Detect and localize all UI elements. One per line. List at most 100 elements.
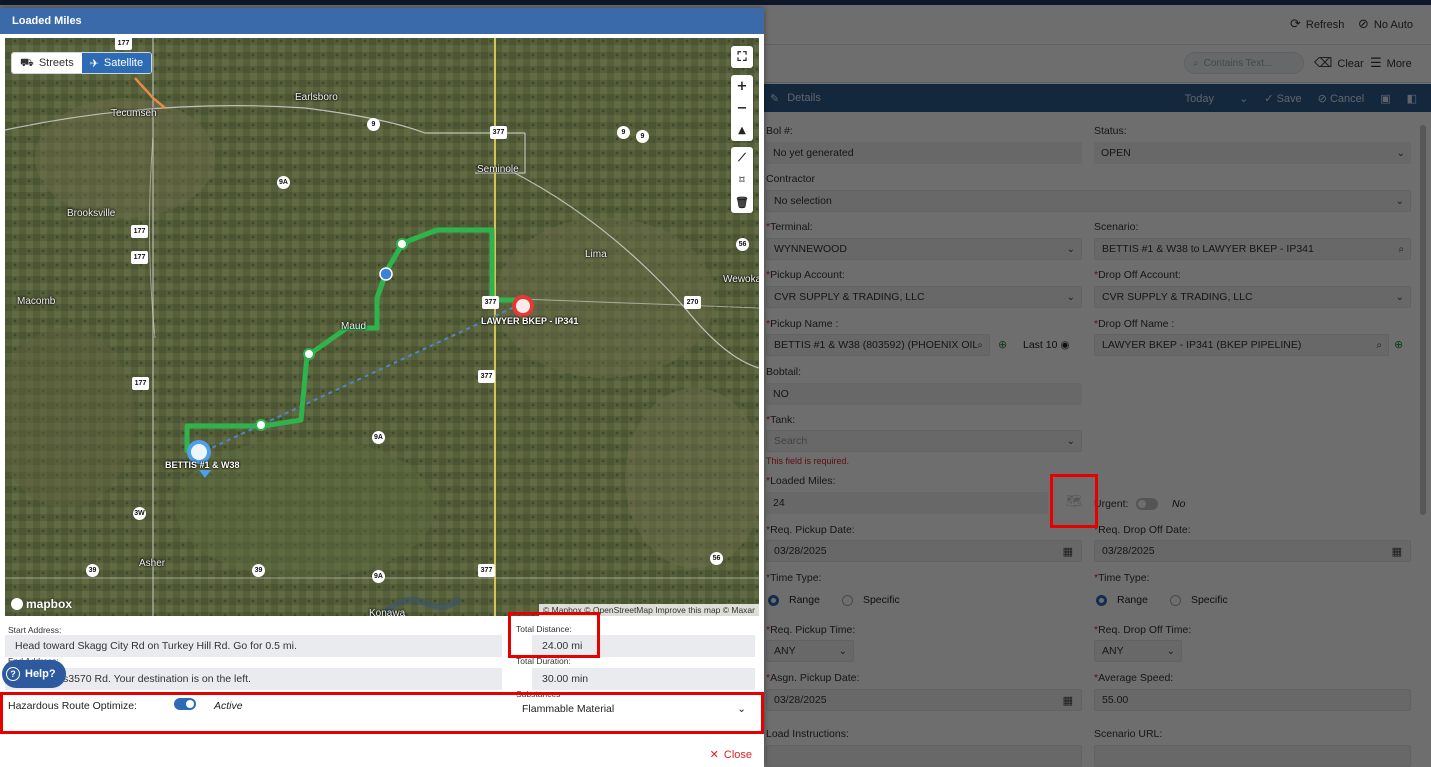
eye-icon: ◉	[1060, 339, 1070, 351]
load-instructions-label: Load Instructions:	[766, 728, 849, 740]
satellite-button[interactable]: ✈ Satellite	[81, 53, 152, 73]
status-select[interactable]: OPEN ⌄	[1094, 142, 1411, 164]
req-pickup-time-value: ANY	[774, 645, 796, 657]
zoom-out-icon[interactable]: −	[731, 97, 753, 119]
req-pickup-time-select[interactable]: ANY ⌄	[766, 640, 854, 662]
dropoff-account-value: CVR SUPPLY & TRADING, LLC	[1102, 291, 1253, 303]
route-shield: 9	[617, 126, 630, 139]
compass-icon[interactable]: ▲	[731, 119, 753, 141]
mapbox-text: mapbox	[26, 597, 73, 611]
route-shield: 9	[636, 130, 649, 143]
search-icon[interactable]: ⌕	[1398, 244, 1404, 255]
line-draw-icon[interactable]: ⟋	[731, 147, 753, 169]
search-icon[interactable]: ⌕	[977, 339, 983, 351]
range-radio[interactable]	[1096, 594, 1107, 606]
save-button[interactable]: ✓ Save	[1264, 92, 1301, 105]
help-button[interactable]: ? Help?	[2, 660, 66, 688]
calendar-icon[interactable]: ▦	[1063, 694, 1073, 707]
calendar-icon[interactable]: ▦	[1392, 545, 1402, 558]
time-type-radios: Range Specific	[768, 594, 918, 606]
question-icon: ?	[6, 667, 20, 681]
cancel-button[interactable]: ⊘ Cancel	[1318, 92, 1365, 105]
pin-icon: ✎	[770, 91, 780, 105]
close-label: Close	[723, 748, 752, 761]
streets-label: Streets	[38, 57, 74, 69]
contractor-value: No selection	[774, 195, 832, 207]
zoom-in-icon[interactable]: +	[731, 75, 753, 97]
urgent-toggle[interactable]	[1136, 498, 1158, 513]
clear-label: Clear	[1337, 57, 1364, 70]
loaded-miles-label-text: Loaded Miles:	[770, 475, 836, 487]
cancel-icon: ⊘	[1317, 91, 1327, 105]
loaded-miles-map-button[interactable]: 🗺	[1050, 474, 1098, 528]
tank-select[interactable]: Search ⌄	[766, 430, 1082, 452]
route-shield: 56	[710, 552, 723, 565]
pickup-name-field[interactable]: BETTIS #1 & W38 (803592) (PHOENIX OIL ⌕	[766, 334, 990, 356]
trash-icon[interactable]: 🗑	[731, 191, 753, 213]
polygon-draw-icon[interactable]: ⌑	[731, 169, 753, 191]
place-label: Maud	[341, 321, 367, 332]
dropoff-name-field[interactable]: LAWYER BKEP - IP341 (BKEP PIPELINE) ⌕	[1094, 334, 1389, 356]
clear-button[interactable]: ⌫ Clear	[1314, 56, 1364, 71]
bobtail-label: Bobtail:	[766, 366, 802, 378]
details-title: Details	[787, 92, 821, 104]
add-circle-icon[interactable]: ⊕	[1394, 338, 1403, 351]
streets-button[interactable]: ⛟ Streets	[12, 53, 82, 73]
refresh-icon: ⟳	[1290, 17, 1301, 32]
add-circle-icon[interactable]: ⊕	[998, 338, 1007, 351]
close-icon: ✕	[709, 748, 719, 761]
form-scrollbar[interactable]	[1420, 125, 1426, 515]
contractor-select[interactable]: No selection ⌄	[766, 190, 1411, 212]
pickup-account-label: *Pickup Account:	[766, 269, 845, 281]
camera-icon[interactable]: ▣	[1380, 92, 1390, 105]
satellite-icon: ✈	[89, 56, 99, 70]
req-dropoff-date-label: *Req. Drop Off Date:	[1094, 524, 1191, 536]
req-dropoff-time-select[interactable]: ANY ⌄	[1094, 640, 1182, 662]
loaded-miles-field: 24	[766, 492, 1048, 514]
zoom-controls: + − ▲	[731, 75, 753, 141]
asgn-pickup-date-value: 03/28/2025	[774, 694, 827, 706]
dropoff-name-label: *Drop Off Name :	[1094, 318, 1175, 330]
close-button[interactable]: ✕ Close	[710, 748, 752, 761]
dropoff-account-select[interactable]: CVR SUPPLY & TRADING, LLC ⌄	[1094, 286, 1411, 308]
fullscreen-icon[interactable]: ⛶	[731, 46, 753, 68]
pickup-account-select[interactable]: CVR SUPPLY & TRADING, LLC ⌄	[766, 286, 1082, 308]
panel-icon[interactable]: ◧	[1407, 92, 1417, 105]
route-shield: 39	[86, 564, 99, 577]
sliders-icon: ☰	[1370, 56, 1382, 71]
time-type-label-text: Time Type:	[770, 572, 822, 584]
refresh-label: Refresh	[1305, 18, 1345, 31]
total-distance-highlight	[508, 612, 600, 658]
req-pickup-time-label-text: Req. Pickup Time:	[770, 624, 856, 636]
specific-label: Specific	[862, 594, 900, 606]
avg-speed-field[interactable]: 55.00	[1094, 689, 1411, 711]
details-form: Bol #: No yet generated Status: OPEN ⌄ Co…	[764, 112, 1431, 767]
route-map[interactable]: Earlsboro Tecumseh Seminole Brooksville …	[5, 38, 759, 616]
draw-controls: ⟋ ⌑ 🗑	[731, 147, 753, 213]
tank-label-text: Tank:	[770, 414, 796, 426]
chevron-down-icon: ⌄	[1166, 645, 1175, 657]
terminal-label: *Terminal:	[766, 221, 813, 233]
search-input[interactable]: ⌕ Contains Text...	[1184, 52, 1304, 74]
no-auto-button[interactable]: ⊘ No Auto	[1358, 17, 1413, 32]
asgn-pickup-date-field[interactable]: 03/28/2025 ▦	[766, 689, 1082, 711]
req-pickup-date-label: *Req. Pickup Date:	[766, 524, 855, 536]
req-dropoff-date-field[interactable]: 03/28/2025 ▦	[1094, 540, 1411, 562]
specific-radio[interactable]	[841, 594, 853, 606]
req-pickup-date-field[interactable]: 03/28/2025 ▦	[766, 540, 1082, 562]
date-filter-select[interactable]: Today ⌄	[1185, 92, 1249, 105]
pickup-name-value: BETTIS #1 & W38 (803592) (PHOENIX OIL	[774, 339, 979, 351]
calendar-icon[interactable]: ▦	[1063, 545, 1073, 558]
last10-button[interactable]: Last 10 ◉	[1023, 339, 1070, 351]
scenario-url-field[interactable]	[1094, 745, 1411, 767]
more-button[interactable]: ☰ More	[1370, 56, 1412, 71]
req-dropoff-date-label-text: Req. Drop Off Date:	[1098, 524, 1191, 536]
terminal-select[interactable]: WYNNEWOOD ⌄	[766, 238, 1082, 260]
scenario-field[interactable]: BETTIS #1 & W38 to LAWYER BKEP - IP341 ⌕	[1094, 238, 1411, 260]
load-instructions-field[interactable]	[766, 745, 1082, 767]
range-radio[interactable]	[768, 594, 779, 606]
specific-radio[interactable]	[1169, 594, 1181, 606]
refresh-button[interactable]: ⟳ Refresh	[1290, 17, 1344, 32]
search-icon[interactable]: ⌕	[1376, 340, 1382, 351]
no-auto-icon: ⊘	[1358, 17, 1369, 32]
